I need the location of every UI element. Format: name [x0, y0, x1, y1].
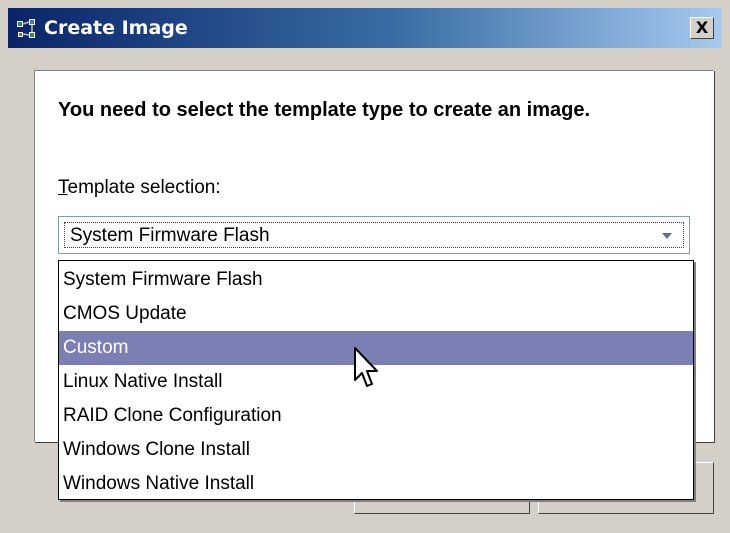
close-icon: X: [695, 18, 709, 37]
mouse-pointer-icon: [354, 347, 378, 387]
network-nodes-icon: [17, 19, 35, 38]
template-select-value: System Firmware Flash: [70, 225, 270, 246]
option-windows-clone-install[interactable]: Windows Clone Install: [59, 433, 693, 467]
option-system-firmware-flash[interactable]: System Firmware Flash: [59, 263, 693, 297]
template-label-text: emplate selection:: [67, 177, 221, 198]
option-windows-native-install[interactable]: Windows Native Install: [59, 467, 693, 501]
instruction-text: You need to select the template type to …: [58, 99, 591, 121]
option-cmos-update[interactable]: CMOS Update: [59, 297, 693, 331]
close-button[interactable]: X: [690, 17, 714, 39]
template-select[interactable]: System Firmware Flash: [58, 216, 690, 254]
template-selection-label: Template selection:: [58, 176, 221, 200]
template-label-mnemonic: T: [58, 177, 68, 198]
option-raid-clone-configuration[interactable]: RAID Clone Configuration: [59, 399, 693, 433]
window-title: Create Image: [44, 17, 188, 39]
create-image-dialog: Create Image X You need to select the te…: [0, 0, 730, 533]
title-bar[interactable]: Create Image X: [8, 8, 722, 48]
chevron-down-icon[interactable]: [659, 228, 675, 244]
